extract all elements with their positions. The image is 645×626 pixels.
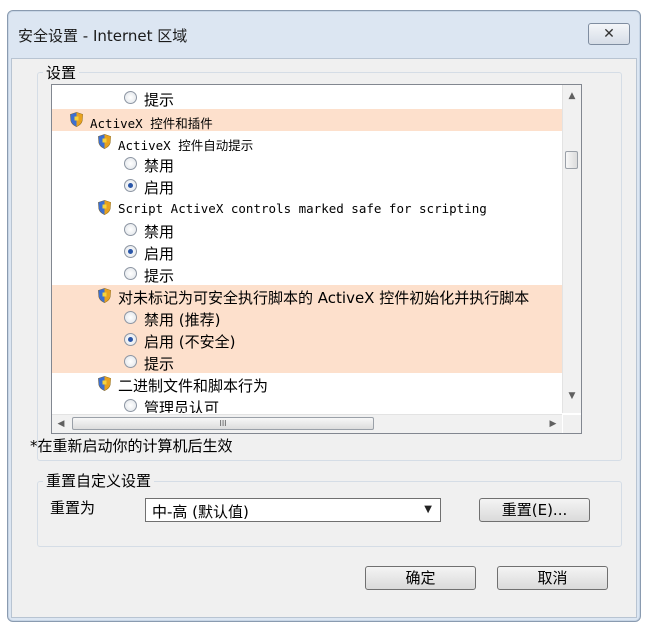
tree-row-label: ActiveX 控件自动提示 (118, 138, 254, 153)
radio-button-icon[interactable] (124, 91, 137, 104)
tree-row-label: 启用 (144, 245, 175, 263)
radio-button-icon[interactable] (124, 179, 137, 192)
chevron-down-icon[interactable]: ▼ (424, 504, 432, 515)
tree-row-label: ActiveX 控件和插件 (90, 116, 213, 131)
close-icon: ✕ (603, 26, 615, 42)
radio-button-icon[interactable] (124, 311, 137, 324)
tree-row-label: 提示 (144, 91, 175, 109)
dialog-title: 安全设置 - Internet 区域 (18, 27, 188, 45)
vertical-scroll-thumb[interactable] (565, 151, 578, 169)
shield-icon (70, 112, 83, 127)
shield-icon (98, 134, 111, 149)
radio-option-row[interactable]: 禁用 (52, 219, 562, 241)
radio-option-row[interactable]: 提示 (52, 87, 562, 109)
tree-row-label: 管理员认可 (144, 399, 220, 413)
shield-icon (98, 288, 111, 303)
reset-group-label: 重置自定义设置 (43, 470, 155, 491)
radio-button-icon[interactable] (124, 399, 137, 412)
settings-tree[interactable]: 提示 ActiveX 控件和插件 ActiveX 控件自动提示 禁用 启用 Script … (51, 84, 582, 434)
ok-button[interactable]: 确定 (365, 566, 476, 590)
tree-row-label: 启用 (144, 179, 175, 197)
horizontal-scrollbar[interactable]: ◀ III ▶ (52, 414, 562, 433)
scroll-grip-icon: III (219, 419, 227, 428)
radio-option-row[interactable]: 禁用 (推荐) (52, 307, 562, 329)
setting-row: 二进制文件和脚本行为 (52, 373, 562, 395)
radio-option-row[interactable]: 提示 (52, 263, 562, 285)
category-row: ActiveX 控件和插件 (52, 109, 562, 131)
radio-button-icon[interactable] (124, 355, 137, 368)
radio-option-row[interactable]: 管理员认可 (52, 395, 562, 413)
tree-row-label: 禁用 (144, 157, 175, 175)
reset-button[interactable]: 重置(E)... (479, 498, 590, 522)
tree-row-label: 对未标记为可安全执行脚本的 ActiveX 控件初始化并执行脚本 (118, 289, 530, 307)
security-level-select[interactable]: 中-高 (默认值) ▼ (145, 498, 441, 522)
tree-row-label: 提示 (144, 267, 175, 285)
scroll-down-icon[interactable]: ▼ (563, 387, 581, 405)
shield-icon (98, 376, 111, 391)
setting-row: Script ActiveX controls marked safe for … (52, 197, 562, 219)
radio-button-icon[interactable] (124, 267, 137, 280)
scroll-up-icon[interactable]: ▲ (563, 87, 581, 105)
radio-button-icon[interactable] (124, 223, 137, 236)
horizontal-scroll-thumb[interactable]: III (72, 417, 374, 430)
setting-row: 对未标记为可安全执行脚本的 ActiveX 控件初始化并执行脚本 (52, 285, 562, 307)
radio-button-icon[interactable] (124, 333, 137, 346)
shield-icon (98, 200, 111, 215)
scroll-right-icon[interactable]: ▶ (544, 415, 562, 433)
tree-row-label: 二进制文件和脚本行为 (118, 377, 269, 395)
tree-row-label: 启用 (不安全) (144, 333, 236, 351)
security-level-value: 中-高 (默认值) (152, 503, 249, 521)
tree-row-label: Script ActiveX controls marked safe for … (118, 201, 487, 216)
restart-note: *在重新启动你的计算机后生效 (30, 437, 233, 455)
radio-option-row[interactable]: 启用 (不安全) (52, 329, 562, 351)
setting-row: ActiveX 控件自动提示 (52, 131, 562, 153)
tree-row-label: 提示 (144, 355, 175, 373)
settings-tree-rows: 提示 ActiveX 控件和插件 ActiveX 控件自动提示 禁用 启用 Script … (52, 85, 562, 413)
tree-row-label: 禁用 (推荐) (144, 311, 221, 329)
radio-option-row[interactable]: 禁用 (52, 153, 562, 175)
vertical-scrollbar[interactable]: ▲ ▼ (562, 85, 581, 413)
settings-group-label: 设置 (43, 62, 80, 83)
radio-button-icon[interactable] (124, 157, 137, 170)
close-button[interactable]: ✕ (588, 23, 630, 45)
radio-option-row[interactable]: 启用 (52, 175, 562, 197)
radio-option-row[interactable]: 提示 (52, 351, 562, 373)
radio-button-icon[interactable] (124, 245, 137, 258)
reset-to-label: 重置为 (50, 499, 96, 517)
scroll-left-icon[interactable]: ◀ (52, 415, 70, 433)
tree-row-label: 禁用 (144, 223, 175, 241)
radio-option-row[interactable]: 启用 (52, 241, 562, 263)
scrollbar-corner (563, 415, 581, 433)
cancel-button[interactable]: 取消 (497, 566, 608, 590)
